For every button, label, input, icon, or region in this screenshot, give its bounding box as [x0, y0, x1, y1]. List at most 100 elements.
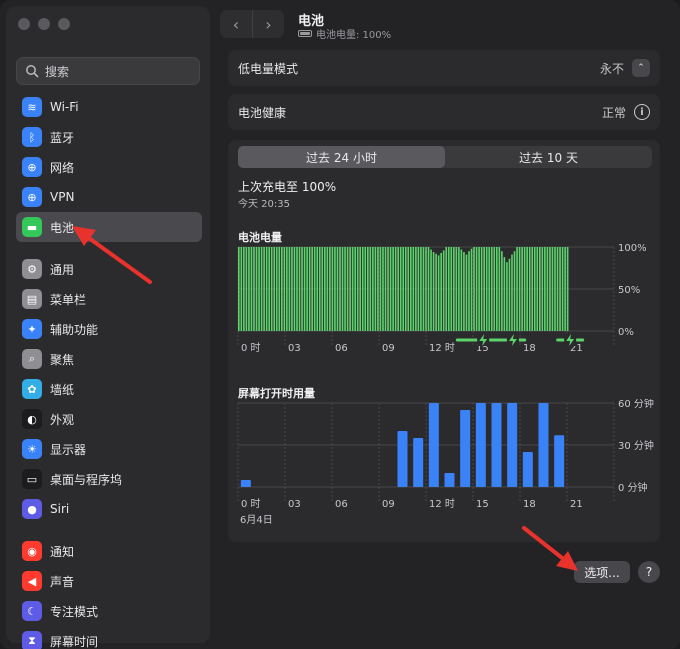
battery-bar — [250, 247, 253, 331]
x-tick-label: 0 时 — [241, 342, 261, 354]
last-charge-title: 上次充电至 100% — [238, 180, 337, 194]
battery-bar — [452, 247, 455, 331]
battery-bar — [288, 247, 291, 331]
battery-bar — [329, 247, 331, 331]
battery-level-text: 电池电量: 100% — [316, 30, 392, 41]
dock-icon: ▭ — [22, 469, 42, 489]
battery-bar — [346, 247, 349, 331]
nav-section-gap — [16, 242, 202, 254]
low-power-select[interactable]: 永不 ⌃ — [600, 59, 650, 77]
battery-bar — [473, 247, 475, 331]
sidebar-item-4[interactable]: ⊕ VPN — [16, 182, 202, 212]
battery-bar — [341, 247, 344, 331]
battery-bar — [404, 247, 407, 331]
sidebar-item-13[interactable]: ▭ 桌面与程序坞 — [16, 464, 202, 494]
forward-button[interactable]: › — [252, 10, 284, 38]
display-icon: ☀ — [22, 439, 42, 459]
sidebar-item-label: Siri — [50, 502, 70, 516]
screen-usage-bar — [460, 410, 471, 487]
sidebar-item-9[interactable]: ⌕ 聚焦 — [16, 344, 202, 374]
health-value: 正常 — [601, 105, 626, 120]
battery-bar — [331, 247, 334, 331]
x-tick-label: 15 — [476, 499, 489, 510]
sidebar-item-label: 网络 — [50, 160, 75, 175]
low-power-value: 永不 — [599, 61, 624, 76]
battery-bar — [445, 247, 448, 331]
battery-bar — [511, 254, 513, 331]
info-icon[interactable]: i — [634, 104, 650, 120]
battery-bar — [536, 247, 539, 331]
battery-bar — [313, 247, 316, 331]
battery-bar — [417, 247, 420, 331]
battery-bar — [402, 247, 405, 331]
battery-bar — [447, 247, 450, 331]
bluetooth-icon: ᛒ — [22, 127, 42, 147]
battery-bar — [412, 247, 415, 331]
low-power-row: 低电量模式 永不 ⌃ — [228, 50, 660, 86]
tab-24h[interactable]: 过去 24 小时 — [238, 146, 445, 168]
battery-bar — [245, 247, 248, 331]
sidebar-item-7[interactable]: ▤ 菜单栏 — [16, 284, 202, 314]
y-tick-label: 60 分钟 — [618, 399, 654, 410]
sidebar-item-8[interactable]: ✦ 辅助功能 — [16, 314, 202, 344]
gear-icon: ⚙ — [22, 259, 42, 279]
sidebar-item-17[interactable]: ☾ 专注模式 — [16, 596, 202, 626]
battery-bar — [427, 247, 430, 331]
battery-bar — [389, 247, 392, 331]
battery-bar — [301, 247, 303, 331]
battery-bar — [270, 247, 273, 331]
battery-bar — [526, 247, 528, 331]
tab-10d[interactable]: 过去 10 天 — [445, 146, 652, 168]
y-tick-label: 100% — [618, 243, 647, 254]
sidebar-item-label: 专注模式 — [50, 604, 99, 619]
sidebar-item-1[interactable]: ≋ Wi-Fi — [16, 92, 202, 122]
battery-bar — [344, 247, 346, 331]
usage-card: 过去 24 小时 过去 10 天 上次充电至 100% 今天 20:35 电池电… — [228, 140, 660, 542]
search-input[interactable]: 搜索 — [16, 57, 200, 85]
sidebar-item-5[interactable]: ▬ 电池 — [16, 212, 202, 242]
battery-bar — [321, 247, 324, 331]
battery-level-chart: 100%50%0%0 时 03 06 09 12 时 15 18 21 — [237, 243, 647, 354]
sidebar-item-label: 显示器 — [50, 442, 87, 457]
chevron-left-icon: ‹ — [232, 14, 240, 34]
window-controls — [18, 18, 70, 30]
date-label: 6月4日 — [240, 514, 273, 526]
sidebar-item-10[interactable]: ✿ 墙纸 — [16, 374, 202, 404]
battery-bar — [275, 247, 278, 331]
screen-usage-bar — [491, 403, 502, 487]
sidebar-item-18[interactable]: ⧗ 屏幕时间 — [16, 626, 202, 649]
battery-bar — [465, 254, 468, 331]
minimize-button[interactable] — [38, 18, 50, 30]
sidebar-item-3[interactable]: ⊕ 网络 — [16, 152, 202, 182]
battery-bar — [311, 247, 313, 331]
sidebar-item-label: 辅助功能 — [50, 322, 99, 337]
x-tick-label: 06 — [335, 499, 348, 510]
back-button[interactable]: ‹ — [220, 10, 252, 38]
sidebar-item-16[interactable]: ◀ 声音 — [16, 566, 202, 596]
battery-bar — [258, 247, 260, 331]
battery-bar — [394, 247, 397, 331]
battery-bar — [268, 247, 270, 331]
sidebar-item-2[interactable]: ᛒ 蓝牙 — [16, 122, 202, 152]
sidebar-item-12[interactable]: ☀ 显示器 — [16, 434, 202, 464]
battery-bar — [475, 247, 478, 331]
battery-bar — [303, 247, 306, 331]
battery-bar — [495, 247, 498, 331]
battery-bar — [243, 247, 245, 331]
battery-bar — [323, 247, 326, 331]
options-button[interactable]: 选项... — [574, 561, 630, 583]
battery-bar — [435, 253, 437, 331]
zoom-button[interactable] — [58, 18, 70, 30]
help-button[interactable]: ? — [638, 561, 660, 583]
screen-usage-bar — [428, 403, 439, 487]
sidebar-item-11[interactable]: ◐ 外观 — [16, 404, 202, 434]
close-button[interactable] — [18, 18, 30, 30]
battery-bar — [538, 247, 541, 331]
battery-bar — [490, 247, 493, 331]
battery-bar — [521, 247, 523, 331]
sidebar-item-15[interactable]: ◉ 通知 — [16, 536, 202, 566]
battery-bar — [561, 247, 564, 331]
battery-bar — [460, 249, 463, 331]
sidebar-item-14[interactable]: ● Siri — [16, 494, 202, 524]
sidebar-item-6[interactable]: ⚙ 通用 — [16, 254, 202, 284]
